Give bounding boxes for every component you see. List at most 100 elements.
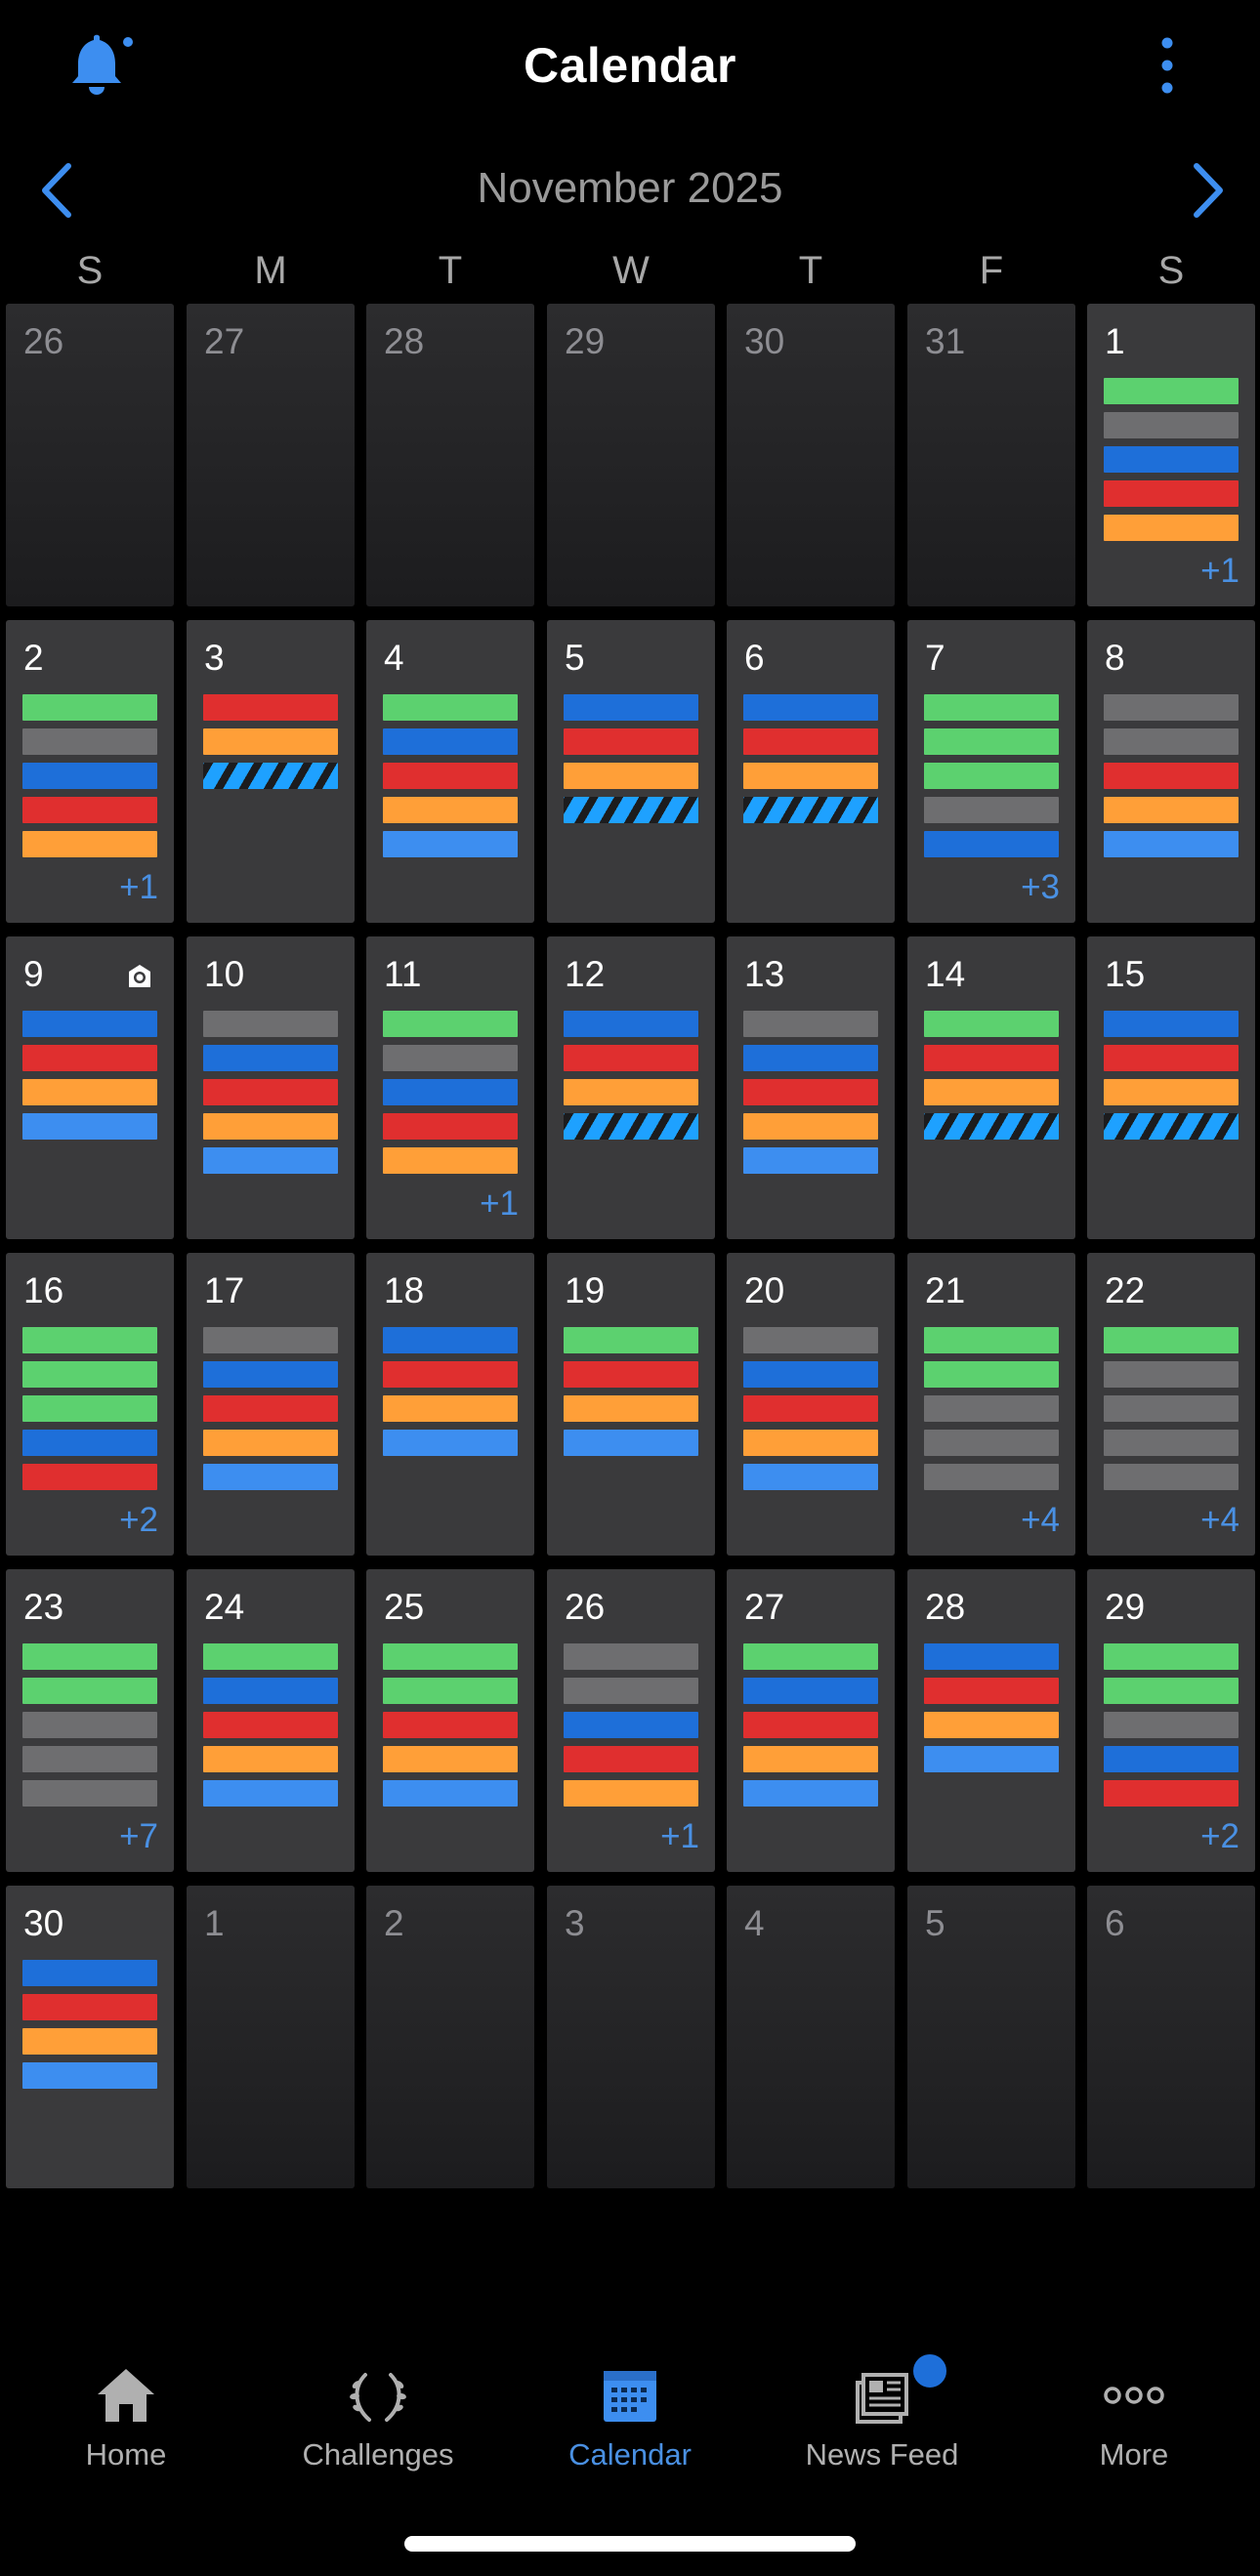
event-bar	[924, 1011, 1059, 1037]
day-number: 27	[204, 321, 245, 361]
day-cell[interactable]: 17	[187, 1253, 355, 1556]
day-number: 17	[204, 1270, 245, 1310]
event-bar	[22, 1045, 157, 1071]
day-number: 22	[1105, 1270, 1146, 1310]
day-number: 5	[565, 638, 585, 678]
event-bar	[1104, 446, 1239, 473]
event-bar	[924, 1045, 1059, 1071]
day-number: 27	[744, 1587, 785, 1627]
event-bar	[22, 1960, 157, 1986]
tab-calendar[interactable]: Calendar	[504, 2344, 756, 2500]
event-bar	[743, 1780, 878, 1807]
event-bar	[564, 1011, 698, 1037]
event-bar	[22, 728, 157, 755]
day-cell[interactable]: 24	[187, 1569, 355, 1872]
event-bar	[1104, 1327, 1239, 1353]
event-bar	[22, 1712, 157, 1738]
day-cell[interactable]: 26 +1	[547, 1569, 715, 1872]
day-cell[interactable]: 31	[907, 304, 1075, 606]
event-bar	[383, 1746, 518, 1772]
calendar-icon	[596, 2361, 664, 2430]
day-cell[interactable]: 7 +3	[907, 620, 1075, 923]
event-bar	[924, 728, 1059, 755]
day-cell[interactable]: 4	[366, 620, 534, 923]
day-cell[interactable]: 2	[366, 1886, 534, 2188]
day-cell[interactable]: 26	[6, 304, 174, 606]
day-cell[interactable]: 30	[6, 1886, 174, 2188]
day-cell[interactable]: 3	[547, 1886, 715, 2188]
day-cell[interactable]: 13	[727, 936, 895, 1239]
tab-news-feed[interactable]: News Feed	[756, 2344, 1008, 2500]
day-cell[interactable]: 5	[907, 1886, 1075, 2188]
day-number: 6	[1105, 1903, 1125, 1943]
event-bar	[383, 1327, 518, 1353]
day-cell[interactable]: 29 +2	[1087, 1569, 1255, 1872]
tab-more[interactable]: More	[1008, 2344, 1260, 2500]
event-bar	[1104, 1678, 1239, 1704]
day-cell[interactable]: 25	[366, 1569, 534, 1872]
event-bar	[564, 1361, 698, 1388]
event-bar	[22, 1113, 157, 1140]
day-number: 23	[23, 1587, 64, 1627]
day-number: 4	[744, 1903, 765, 1943]
day-cell[interactable]: 3	[187, 620, 355, 923]
day-cell[interactable]: 12	[547, 936, 715, 1239]
home-indicator	[404, 2536, 856, 2552]
more-events-count: +1	[480, 1184, 519, 1223]
event-bar	[1104, 797, 1239, 823]
day-cell[interactable]: 21 +4	[907, 1253, 1075, 1556]
day-cell[interactable]: 6	[727, 620, 895, 923]
day-cell[interactable]: 27	[727, 1569, 895, 1872]
tab-challenges[interactable]: Challenges	[252, 2344, 504, 2500]
day-cell[interactable]: 19	[547, 1253, 715, 1556]
day-cell[interactable]: 5	[547, 620, 715, 923]
event-bar	[743, 1712, 878, 1738]
day-number: 26	[23, 321, 64, 361]
day-cell[interactable]: 8	[1087, 620, 1255, 923]
day-cell[interactable]: 1 +1	[1087, 304, 1255, 606]
more-dots-icon	[1100, 2361, 1168, 2430]
day-cell[interactable]: 28	[366, 304, 534, 606]
event-bar	[203, 1643, 338, 1670]
day-cell[interactable]: 11 +1	[366, 936, 534, 1239]
day-cell[interactable]: 1	[187, 1886, 355, 2188]
day-number: 3	[204, 638, 225, 678]
day-cell[interactable]: 15	[1087, 936, 1255, 1239]
event-bar	[564, 1678, 698, 1704]
day-cell[interactable]: 23 +7	[6, 1569, 174, 1872]
day-cell[interactable]: 30	[727, 304, 895, 606]
day-cell[interactable]: 9	[6, 936, 174, 1239]
event-bar	[1104, 1746, 1239, 1772]
tab-home[interactable]: Home	[0, 2344, 252, 2500]
laurel-icon	[344, 2361, 412, 2430]
event-bar	[22, 1746, 157, 1772]
more-events-count: +4	[1200, 1501, 1239, 1539]
day-number: 1	[1105, 321, 1125, 361]
day-number: 30	[744, 321, 785, 361]
day-cell[interactable]: 18	[366, 1253, 534, 1556]
day-cell[interactable]: 6	[1087, 1886, 1255, 2188]
event-bar	[743, 797, 878, 823]
day-cell[interactable]: 4	[727, 1886, 895, 2188]
event-bar	[383, 694, 518, 721]
more-events-count: +1	[660, 1817, 699, 1855]
day-cell[interactable]: 22 +4	[1087, 1253, 1255, 1556]
day-cell[interactable]: 29	[547, 304, 715, 606]
day-cell[interactable]: 27	[187, 304, 355, 606]
day-cell[interactable]: 14	[907, 936, 1075, 1239]
day-number: 2	[384, 1903, 404, 1943]
day-number: 12	[565, 954, 606, 994]
event-bar	[743, 1327, 878, 1353]
event-bar	[383, 1147, 518, 1174]
event-bar	[924, 1079, 1059, 1105]
event-bar	[1104, 1712, 1239, 1738]
event-bar	[564, 1045, 698, 1071]
event-bar	[383, 1780, 518, 1807]
event-bar	[22, 1011, 157, 1037]
event-bar	[22, 831, 157, 857]
day-cell[interactable]: 16 +2	[6, 1253, 174, 1556]
day-cell[interactable]: 2 +1	[6, 620, 174, 923]
day-cell[interactable]: 20	[727, 1253, 895, 1556]
day-cell[interactable]: 10	[187, 936, 355, 1239]
day-cell[interactable]: 28	[907, 1569, 1075, 1872]
